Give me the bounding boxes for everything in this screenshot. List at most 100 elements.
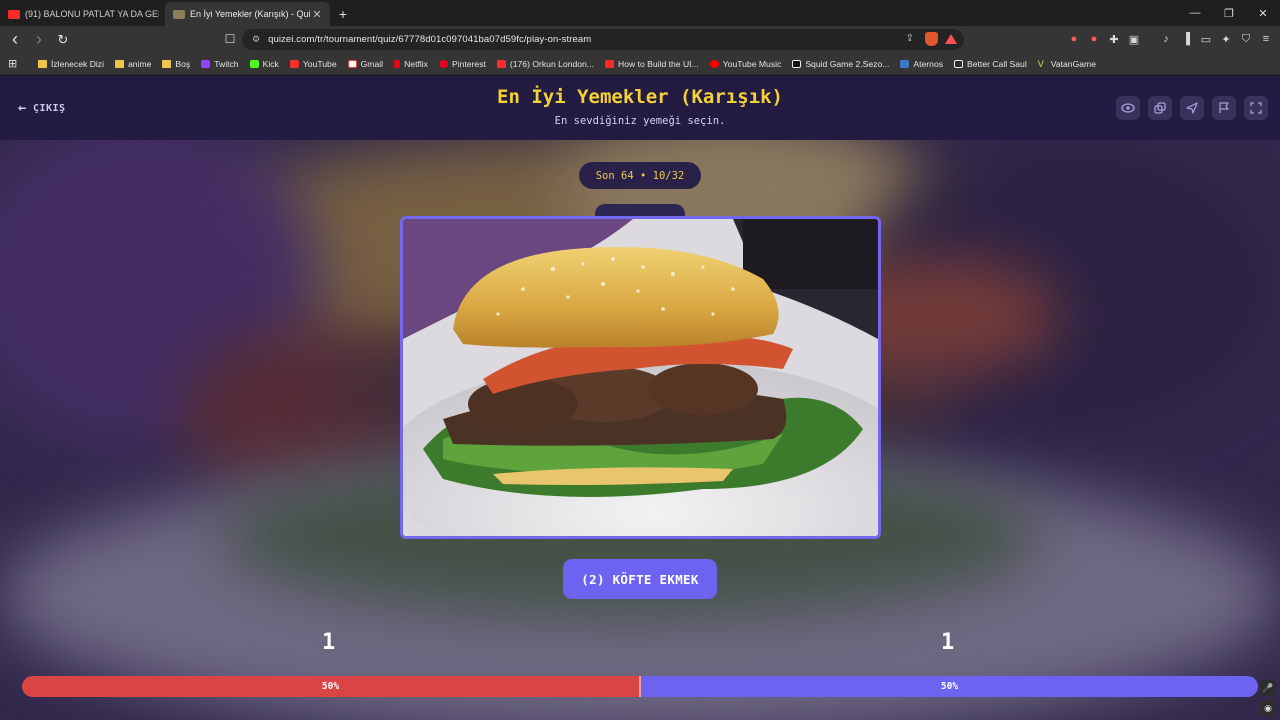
bookmark-item[interactable]: Aternos <box>900 59 943 69</box>
bookmark-label: Gmail <box>360 58 384 69</box>
window-controls: — ❐ ✕ <box>1178 0 1280 26</box>
copy-icon[interactable] <box>1148 96 1172 120</box>
share-icon[interactable]: ⇪ <box>906 33 914 44</box>
url-field[interactable]: ⚙ quizei.com/tr/tournament/quiz/67778d01… <box>242 29 964 50</box>
kofte-ekmek-image <box>403 219 878 536</box>
yt-icon <box>496 59 506 68</box>
left-vote-bar: 50% <box>22 676 639 697</box>
bookmark-item[interactable]: Boş <box>162 59 190 69</box>
choice-button[interactable]: (2) KÖFTE EKMEK <box>563 559 717 599</box>
bookmark-label: Pinterest <box>451 58 486 69</box>
bookmark-item[interactable]: How to Build the UI... <box>604 58 699 69</box>
yt-icon <box>604 59 614 68</box>
flag-icon[interactable] <box>1212 96 1236 120</box>
browser-tab-strip: (91) BALONU PATLAT YA DA GERÇEK En İyi Y… <box>0 0 1280 26</box>
bookmark-label: (176) Orkun London... <box>509 58 594 69</box>
youtube-icon <box>8 9 20 19</box>
minimize-icon[interactable]: — <box>1178 0 1212 26</box>
bookmark-label: How to Build the UI... <box>617 58 699 69</box>
settings-circle-icon[interactable]: ◉ <box>1260 700 1276 716</box>
new-tab-button[interactable]: + <box>330 2 356 26</box>
bookmark-label: YouTube Music <box>722 58 782 69</box>
maximize-icon[interactable]: ❐ <box>1212 0 1246 26</box>
folder-icon <box>38 59 47 68</box>
bookmark-item[interactable]: (176) Orkun London... <box>496 58 594 69</box>
apps-grid-icon[interactable]: ⊞ <box>8 57 26 70</box>
close-tab-icon[interactable]: ✕ <box>310 8 324 21</box>
bookmark-item[interactable]: anime <box>115 59 151 69</box>
header-actions <box>1116 96 1268 120</box>
bookmark-item[interactable]: Netflix <box>394 59 428 69</box>
site-settings-icon[interactable]: ⚙ <box>252 34 260 45</box>
bookmark-label: Netflix <box>404 58 428 69</box>
browser-tab[interactable]: (91) BALONU PATLAT YA DA GERÇEK <box>0 2 165 26</box>
tab-title: En İyi Yemekler (Karışık) - Quizei <box>190 9 310 19</box>
bookmark-label: VatanGame <box>1050 58 1096 69</box>
music-icon[interactable]: ♪ <box>1156 30 1176 48</box>
bookmark-label: YouTube <box>302 58 337 69</box>
bookmarks-bar: ⊞ İzlenecek Dizi anime Boş Twitch Kick YouTub… <box>0 53 1280 75</box>
bookmark-item[interactable]: YouTube <box>289 58 337 69</box>
vatan-icon: V <box>1037 58 1044 69</box>
close-icon[interactable]: ✕ <box>1246 0 1280 26</box>
bookmark-item[interactable]: İzlenecek Dizi <box>38 59 104 69</box>
bookmark-item[interactable]: Twitch <box>201 58 239 69</box>
pin-icon <box>438 59 448 68</box>
microphone-icon[interactable]: 🎤 <box>1260 680 1276 696</box>
forward-button[interactable]: › <box>28 29 50 51</box>
bookmark-item[interactable]: Gmail <box>347 58 384 69</box>
bookmark-label: Kick <box>262 58 279 69</box>
leo-icon[interactable]: ✦ <box>1216 30 1236 48</box>
fullscreen-icon[interactable] <box>1244 96 1268 120</box>
aternos-icon <box>900 59 910 68</box>
back-button[interactable]: ‹ <box>4 29 26 51</box>
bookmark-icon[interactable]: ☐ <box>222 30 238 48</box>
extension-icon[interactable]: ● <box>1064 30 1084 48</box>
right-vote-bar: 50% <box>641 676 1258 697</box>
brave-shields-icon[interactable] <box>925 32 938 46</box>
menu-icon[interactable]: ≡ <box>1256 30 1276 48</box>
folder-icon <box>162 59 172 68</box>
quiz-page: ← ÇIKIŞ En İyi Yemekler (Karışık) En sev… <box>0 76 1280 720</box>
bookmark-label: Boş <box>175 58 191 69</box>
bookmark-label: anime <box>128 58 152 69</box>
quiz-subtitle: En sevdiğiniz yemeği seçin. <box>554 115 726 127</box>
bookmark-item[interactable]: Squid Game 2.Sezo... <box>792 59 889 69</box>
tab-title: (91) BALONU PATLAT YA DA GERÇEK <box>25 9 159 19</box>
vote-progress-bar: 50% 50% <box>22 676 1258 697</box>
quiz-title: En İyi Yemekler (Karışık) <box>497 86 783 108</box>
address-bar-row: ‹ › ↻ ☐ ⚙ quizei.com/tr/tournament/quiz/… <box>0 26 1280 53</box>
kick-icon <box>249 59 259 68</box>
bookmark-item[interactable]: YouTube Music <box>709 58 782 69</box>
sidebar-icon[interactable]: ▐ <box>1176 30 1196 48</box>
extension-icon[interactable]: ▣ <box>1124 30 1144 48</box>
squid-icon <box>792 59 802 68</box>
send-icon[interactable] <box>1180 96 1204 120</box>
netflix-icon <box>394 59 401 68</box>
quizei-icon <box>173 9 185 19</box>
left-vote-count: 1 <box>322 630 336 655</box>
browser-tab-active[interactable]: En İyi Yemekler (Karışık) - Quizei ✕ <box>165 2 330 26</box>
bookmark-item[interactable]: Kick <box>249 58 279 69</box>
brave-rewards-icon[interactable] <box>945 34 957 44</box>
bookmark-label: Twitch <box>214 58 239 69</box>
bookmark-label: Better Call Saul <box>967 58 1027 69</box>
bookmark-label: Aternos <box>913 58 944 69</box>
folder-icon <box>115 59 125 68</box>
bookmark-item[interactable]: V VatanGame <box>1038 59 1096 69</box>
bookmark-item[interactable]: Pinterest <box>438 58 486 69</box>
extension-icon[interactable]: ● <box>1084 30 1104 48</box>
puzzle-icon[interactable]: ✚ <box>1104 30 1124 48</box>
yt-icon <box>289 59 299 68</box>
wallet-icon[interactable]: ▭ <box>1196 30 1216 48</box>
url-text: quizei.com/tr/tournament/quiz/67778d01c0… <box>268 34 592 45</box>
eye-icon[interactable] <box>1116 96 1140 120</box>
round-indicator: Son 64 • 10/32 <box>579 162 701 189</box>
bookmark-item[interactable]: Better Call Saul <box>954 59 1027 69</box>
vpn-icon[interactable]: ⛉ <box>1236 30 1256 48</box>
food-image-card[interactable] <box>400 216 881 539</box>
right-vote-count: 1 <box>941 630 955 655</box>
reload-button[interactable]: ↻ <box>52 29 74 51</box>
bcs-icon <box>954 59 964 68</box>
extensions-group: ● ● ✚ ▣ <box>1064 30 1144 48</box>
